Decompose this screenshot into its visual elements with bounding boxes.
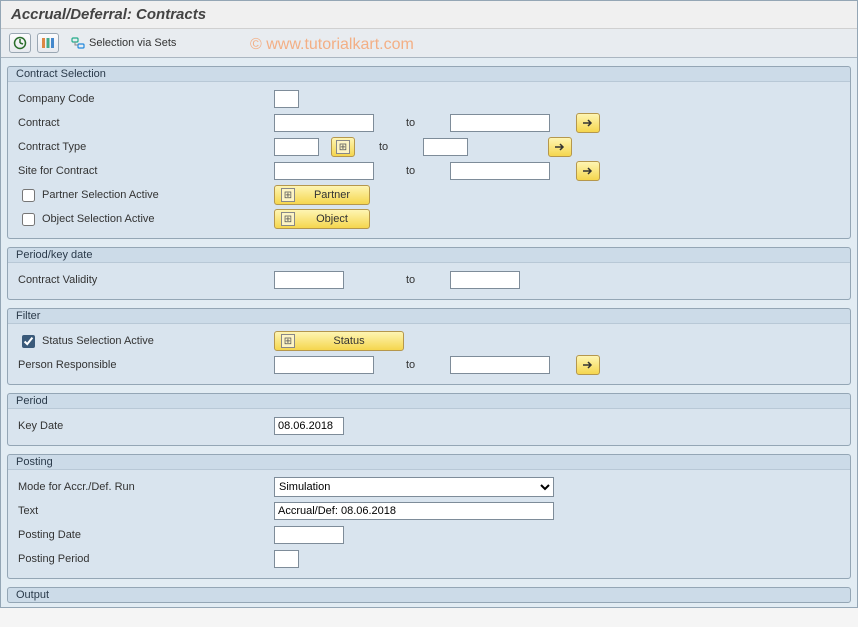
contract-label: Contract xyxy=(14,117,274,129)
group-contract-selection: Contract Selection Company Code Contract… xyxy=(7,66,851,239)
contract-type-from-input[interactable] xyxy=(274,138,319,156)
status-selection-label: Status Selection Active xyxy=(42,335,154,347)
posting-period-input[interactable] xyxy=(274,550,299,568)
group-title: Period/key date xyxy=(8,248,850,262)
object-button[interactable]: ⊞ Object xyxy=(274,209,370,229)
to-label: to xyxy=(400,359,450,371)
contract-type-f4-button[interactable]: ⊞ xyxy=(331,137,355,157)
partner-button-label: Partner xyxy=(301,189,363,201)
expand-icon: ⊞ xyxy=(281,334,295,348)
site-multiple-button[interactable] xyxy=(576,161,600,181)
contract-multiple-button[interactable] xyxy=(576,113,600,133)
mode-label: Mode for Accr./Def. Run xyxy=(14,481,274,493)
partner-selection-label: Partner Selection Active xyxy=(42,189,159,201)
group-title: Filter xyxy=(8,309,850,323)
expand-icon: ⊞ xyxy=(281,188,295,202)
execute-button[interactable] xyxy=(9,33,31,53)
person-from-input[interactable] xyxy=(274,356,374,374)
person-multiple-button[interactable] xyxy=(576,355,600,375)
text-input[interactable] xyxy=(274,502,554,520)
posting-period-label: Posting Period xyxy=(14,553,274,565)
mode-select[interactable]: Simulation xyxy=(274,477,554,497)
group-period-key: Period/key date Contract Validity to xyxy=(7,247,851,300)
to-label: to xyxy=(400,117,450,129)
to-label: to xyxy=(400,165,450,177)
variants-button[interactable] xyxy=(37,33,59,53)
posting-date-input[interactable] xyxy=(274,526,344,544)
site-label: Site for Contract xyxy=(14,165,274,177)
contract-type-multiple-button[interactable] xyxy=(548,137,572,157)
validity-label: Contract Validity xyxy=(14,274,274,286)
text-label: Text xyxy=(14,505,274,517)
group-period: Period Key Date xyxy=(7,393,851,446)
contract-type-to-input[interactable] xyxy=(423,138,468,156)
object-button-label: Object xyxy=(301,213,363,225)
object-selection-label: Object Selection Active xyxy=(42,213,155,225)
keydate-label: Key Date xyxy=(14,420,274,432)
arrow-right-icon xyxy=(582,118,594,128)
contract-from-input[interactable] xyxy=(274,114,374,132)
status-button-label: Status xyxy=(301,335,397,347)
expand-icon: ⊞ xyxy=(281,212,295,226)
group-title: Contract Selection xyxy=(8,67,850,81)
expand-icon: ⊞ xyxy=(336,140,350,154)
contract-to-input[interactable] xyxy=(450,114,550,132)
group-filter: Filter Status Selection Active ⊞ Status … xyxy=(7,308,851,385)
arrow-right-icon xyxy=(554,142,566,152)
partner-button[interactable]: ⊞ Partner xyxy=(274,185,370,205)
person-label: Person Responsible xyxy=(14,359,274,371)
keydate-input[interactable] xyxy=(274,417,344,435)
group-posting: Posting Mode for Accr./Def. Run Simulati… xyxy=(7,454,851,579)
group-output: Output xyxy=(7,587,851,603)
to-label: to xyxy=(400,274,450,286)
group-title: Posting xyxy=(8,455,850,469)
arrow-right-icon xyxy=(582,166,594,176)
company-code-input[interactable] xyxy=(274,90,299,108)
page-title: Accrual/Deferral: Contracts xyxy=(1,1,857,29)
selection-via-sets-label: Selection via Sets xyxy=(89,37,176,49)
posting-date-label: Posting Date xyxy=(14,529,274,541)
group-title: Period xyxy=(8,394,850,408)
group-title: Output xyxy=(8,588,850,602)
status-selection-checkbox[interactable] xyxy=(22,335,35,348)
arrow-right-icon xyxy=(582,360,594,370)
to-label: to xyxy=(373,141,423,153)
toolbar: Selection via Sets xyxy=(1,29,857,58)
status-button[interactable]: ⊞ Status xyxy=(274,331,404,351)
selection-via-sets-button[interactable]: Selection via Sets xyxy=(65,33,182,53)
validity-from-input[interactable] xyxy=(274,271,344,289)
company-code-label: Company Code xyxy=(14,93,274,105)
site-to-input[interactable] xyxy=(450,162,550,180)
object-selection-checkbox[interactable] xyxy=(22,213,35,226)
contract-type-label: Contract Type xyxy=(14,141,274,153)
site-from-input[interactable] xyxy=(274,162,374,180)
partner-selection-checkbox[interactable] xyxy=(22,189,35,202)
validity-to-input[interactable] xyxy=(450,271,520,289)
person-to-input[interactable] xyxy=(450,356,550,374)
selection-via-sets-icon xyxy=(71,36,85,50)
